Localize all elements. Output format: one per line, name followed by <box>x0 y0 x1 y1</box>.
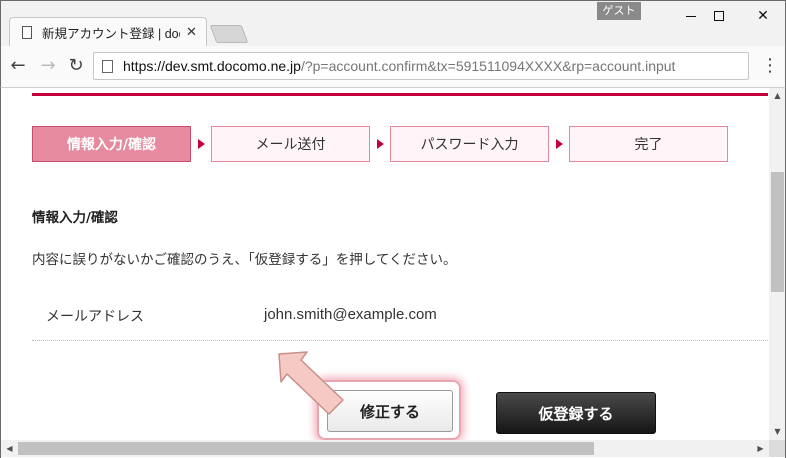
document-icon <box>22 26 32 39</box>
scroll-right-icon[interactable]: ▶ <box>752 440 769 457</box>
page-info-icon[interactable] <box>102 59 113 73</box>
vertical-scrollbar[interactable]: ▲ ▼ <box>769 88 785 440</box>
scroll-up-icon[interactable]: ▲ <box>769 88 785 104</box>
url-host: https://dev.smt.docomo.ne.jp <box>123 58 301 74</box>
browser-toolbar: ← → ↻ https://dev.smt.docomo.ne.jp/?p=ac… <box>0 46 786 88</box>
step-mail-send: メール送付 <box>211 126 370 162</box>
reload-icon[interactable]: ↻ <box>65 55 87 77</box>
step-complete: 完了 <box>569 126 728 162</box>
guest-badge[interactable]: ゲスト <box>597 2 641 20</box>
vertical-scroll-thumb[interactable] <box>771 172 784 292</box>
step-password-input: パスワード入力 <box>390 126 549 162</box>
instruction-text: 内容に誤りがないかご確認のうえ、「仮登録する」を押してください。 <box>32 252 457 268</box>
scrollbar-corner <box>769 440 785 457</box>
step-arrow-icon <box>198 139 205 149</box>
browser-menu-icon[interactable]: ⋮ <box>761 56 779 76</box>
section-title: 情報入力/確認 <box>32 210 118 226</box>
page-viewport: 情報入力/確認 メール送付 パスワード入力 完了 情報入力/確認 内容に誤りがな… <box>0 88 786 458</box>
header-divider <box>32 93 768 96</box>
progress-steps: 情報入力/確認 メール送付 パスワード入力 完了 <box>32 126 732 162</box>
scroll-left-icon[interactable]: ◀ <box>1 440 18 457</box>
window-titlebar: 新規アカウント登録 | docomo ✕ ゲスト ✕ <box>0 0 786 47</box>
email-label: メールアドレス <box>46 309 144 325</box>
url-text: https://dev.smt.docomo.ne.jp/?p=account.… <box>123 58 675 74</box>
scroll-down-icon[interactable]: ▼ <box>769 424 785 440</box>
tab-title: 新規アカウント登録 | docomo <box>42 27 180 41</box>
provisional-register-button[interactable]: 仮登録する <box>496 392 656 434</box>
step-arrow-icon <box>377 139 384 149</box>
pointer-arrow-icon <box>278 351 344 415</box>
maximize-button[interactable] <box>697 3 741 29</box>
address-bar[interactable]: https://dev.smt.docomo.ne.jp/?p=account.… <box>93 52 749 80</box>
horizontal-scrollbar[interactable]: ◀ ▶ <box>1 440 769 457</box>
back-arrow-icon[interactable]: ← <box>7 55 29 77</box>
email-row: メールアドレス john.smith@example.com <box>32 294 768 341</box>
forward-arrow-icon[interactable]: → <box>37 55 59 77</box>
step-arrow-icon <box>556 139 563 149</box>
minimize-icon <box>686 15 696 17</box>
step-info-input: 情報入力/確認 <box>32 126 191 162</box>
browser-tab[interactable]: 新規アカウント登録 | docomo ✕ <box>9 17 207 47</box>
horizontal-scroll-thumb[interactable] <box>18 442 594 455</box>
url-path: /?p=account.confirm&tx=591511094XXXX&rp=… <box>300 58 676 74</box>
new-tab-button[interactable] <box>209 25 249 43</box>
email-value: john.smith@example.com <box>264 306 437 323</box>
maximize-icon <box>714 11 724 21</box>
close-tab-icon[interactable]: ✕ <box>186 25 197 40</box>
close-window-button[interactable]: ✕ <box>741 3 785 29</box>
